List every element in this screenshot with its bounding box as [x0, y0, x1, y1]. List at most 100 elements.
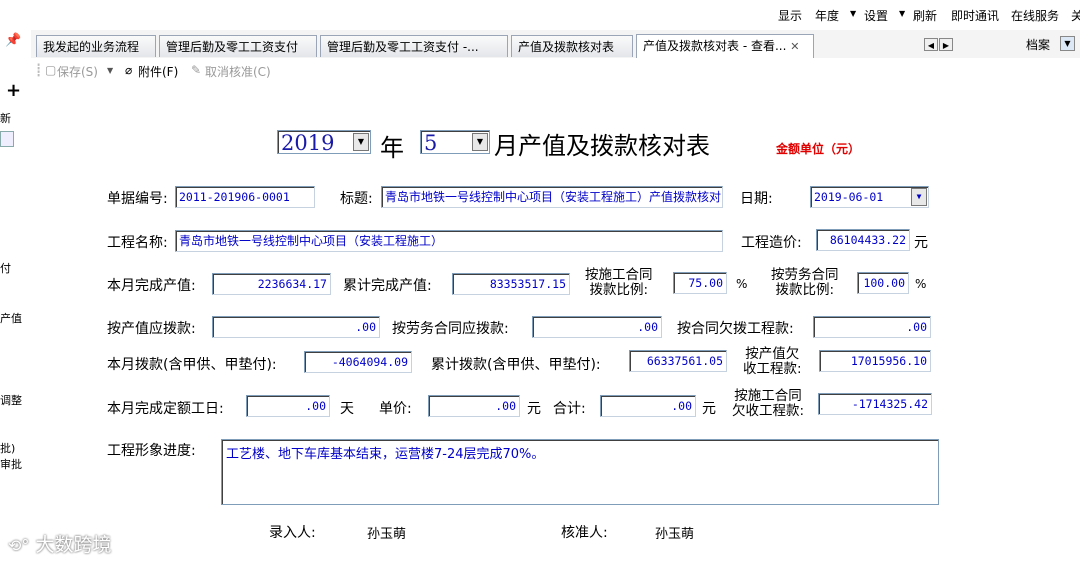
by-labor-label: 按劳务合同应拨款: — [392, 321, 509, 337]
chevron-down-icon[interactable]: ▼ — [850, 9, 856, 18]
by-labor-field[interactable]: .00 — [532, 316, 662, 338]
total-label: 合计: — [553, 401, 586, 417]
menu-year[interactable]: 年度 — [815, 7, 839, 24]
left-sidebar: 📌 + 新 付 产值 调整 批) 审批 — [0, 30, 32, 563]
cancel-approve-icon: ✎ — [191, 63, 202, 77]
sidebar-item-pay[interactable]: 付 — [0, 260, 11, 276]
owed-construction-field[interactable]: -1714325.42 — [818, 393, 932, 415]
date-value: 2019-06-01 — [814, 190, 884, 204]
cost-field[interactable]: 86104433.22 — [816, 229, 910, 251]
top-menu-bar: 显示 年度 ▼ 设置 ▼ 刷新 即时通讯 在线服务 关 — [0, 0, 1080, 30]
doc-no-label: 单据编号: — [107, 191, 168, 207]
tab-wage-payment-detail[interactable]: 管理后勤及零工工资支付 -... — [320, 35, 508, 57]
sidebar-item-review[interactable]: 审批 — [0, 456, 22, 472]
month-select[interactable]: 5 ▼ — [420, 130, 490, 154]
watermark-logo-icon: ⟲° — [8, 536, 30, 555]
price-field[interactable]: .00 — [428, 395, 520, 417]
sidebar-item-new[interactable]: 新 — [0, 110, 11, 126]
month-pay-field[interactable]: -4064094.09 — [304, 351, 412, 373]
date-field[interactable]: 2019-06-01 ▼ — [810, 186, 929, 208]
search-icon[interactable] — [0, 131, 14, 147]
tab-output-check[interactable]: 产值及拨款核对表 — [511, 35, 633, 57]
menu-display[interactable]: 显示 — [778, 7, 802, 24]
subject-field[interactable]: 青岛市地铁一号线控制中心项目（安装工程施工）产值拨款核对 — [381, 186, 723, 208]
pin-icon[interactable]: 📌 — [5, 33, 21, 48]
contract-ratio-field[interactable]: 75.00 — [673, 272, 727, 294]
project-field[interactable]: 青岛市地铁一号线控制中心项目（安装工程施工） — [175, 230, 723, 252]
menu-close[interactable]: 关 — [1071, 7, 1080, 24]
save-icon: ▢ — [45, 63, 57, 77]
percent-sign: % — [915, 277, 927, 291]
close-icon[interactable]: ✕ — [790, 40, 799, 53]
sidebar-item-adjust[interactable]: 调整 — [0, 392, 22, 408]
owed-output-label: 按产值欠 收工程款: — [743, 347, 802, 377]
cum-output-field[interactable]: 83353517.15 — [452, 273, 570, 295]
menu-online-service[interactable]: 在线服务 — [1011, 7, 1059, 24]
contract-ratio-label-line2: 拨款比例: — [589, 282, 649, 298]
yuan-unit: 元 — [527, 401, 541, 417]
yuan-unit: 元 — [702, 401, 716, 417]
owed-construction-label-line1: 按施工合同 — [734, 388, 802, 404]
archive-label[interactable]: 档案 — [1026, 36, 1050, 53]
watermark-text: 大数跨境 — [35, 534, 112, 556]
year-value: 2019 — [281, 131, 335, 155]
tab-output-check-view[interactable]: 产值及拨款核对表 - 查看... ✕ — [636, 34, 814, 58]
owed-output-field[interactable]: 17015956.10 — [819, 350, 931, 372]
chevron-down-icon[interactable]: ▼ — [899, 9, 905, 18]
project-label: 工程名称: — [107, 235, 168, 251]
add-icon[interactable]: + — [6, 80, 21, 101]
sidebar-item-output[interactable]: 产值 — [0, 310, 22, 326]
total-field[interactable]: .00 — [600, 395, 696, 417]
tab-wage-payment[interactable]: 管理后勤及零工工资支付 — [159, 35, 317, 57]
by-output-field[interactable]: .00 — [212, 316, 380, 338]
contract-ratio-label: 按施工合同 拨款比例: — [585, 268, 653, 298]
tab-my-workflows[interactable]: 我发起的业务流程 — [36, 35, 156, 57]
workdays-label: 本月完成定额工日: — [107, 401, 224, 417]
approved-by-value: 孙玉萌 — [655, 527, 695, 542]
workdays-field[interactable]: .00 — [246, 395, 330, 417]
year-suffix: 年 — [380, 134, 404, 162]
labor-ratio-field[interactable]: 100.00 — [857, 272, 909, 294]
tab-label: 产值及拨款核对表 - 查看... — [643, 39, 787, 53]
percent-sign: % — [736, 277, 748, 291]
amount-unit-note: 金额单位（元） — [776, 142, 861, 156]
labor-ratio-label-line1: 按劳务合同 — [771, 267, 839, 283]
year-select[interactable]: 2019 ▼ — [277, 130, 371, 154]
cost-unit: 元 — [914, 235, 928, 251]
calendar-dropdown-icon[interactable]: ▼ — [911, 188, 927, 206]
owed-contract-label: 按合同欠拨工程款: — [677, 321, 794, 337]
progress-textarea[interactable]: 工艺楼、地下车库基本结束，运营楼7-24层完成70%。 — [221, 439, 939, 505]
cum-pay-field[interactable]: 66337561.05 — [629, 350, 727, 372]
archive-dropdown-icon[interactable]: ▼ — [1060, 36, 1075, 51]
sidebar-item-approve[interactable]: 批) — [0, 440, 15, 456]
paperclip-icon: ⌀ — [125, 63, 133, 77]
owed-construction-label: 按施工合同 欠收工程款: — [732, 389, 804, 419]
attachment-button[interactable]: 附件(F) — [138, 63, 178, 80]
entered-by-label: 录入人: — [269, 525, 316, 541]
entered-by-value: 孙玉萌 — [367, 527, 407, 542]
chevron-down-icon[interactable]: ▼ — [472, 133, 488, 151]
labor-ratio-label: 按劳务合同 拨款比例: — [771, 268, 839, 298]
day-unit: 天 — [340, 401, 354, 417]
cancel-approve-button[interactable]: 取消核准(C) — [205, 63, 271, 80]
chevron-down-icon[interactable]: ▼ — [107, 66, 113, 75]
tab-bar: 我发起的业务流程 管理后勤及零工工资支付 管理后勤及零工工资支付 -... 产值… — [31, 30, 1080, 59]
tab-scroll-right-icon[interactable]: ▶ — [939, 38, 953, 51]
owed-construction-label-line2: 欠收工程款: — [732, 403, 805, 419]
chevron-down-icon[interactable]: ▼ — [353, 133, 369, 151]
save-button[interactable]: 保存(S) — [57, 63, 98, 80]
month-value: 5 — [424, 131, 438, 155]
tab-scroll-left-icon[interactable]: ◀ — [924, 38, 938, 51]
contract-ratio-label-line1: 按施工合同 — [585, 267, 653, 283]
menu-refresh[interactable]: 刷新 — [913, 7, 937, 24]
menu-instant-message[interactable]: 即时通讯 — [951, 7, 999, 24]
doc-no-field[interactable]: 2011-201906-0001 — [175, 186, 315, 208]
month-output-label: 本月完成产值: — [107, 278, 196, 294]
price-label: 单价: — [379, 401, 412, 417]
month-output-field[interactable]: 2236634.17 — [212, 273, 331, 295]
owed-contract-field[interactable]: .00 — [813, 316, 931, 338]
approved-by-label: 核准人: — [561, 525, 608, 541]
menu-settings[interactable]: 设置 — [864, 7, 888, 24]
page-title: 月产值及拨款核对表 — [494, 132, 710, 160]
cost-label: 工程造价: — [741, 235, 802, 251]
